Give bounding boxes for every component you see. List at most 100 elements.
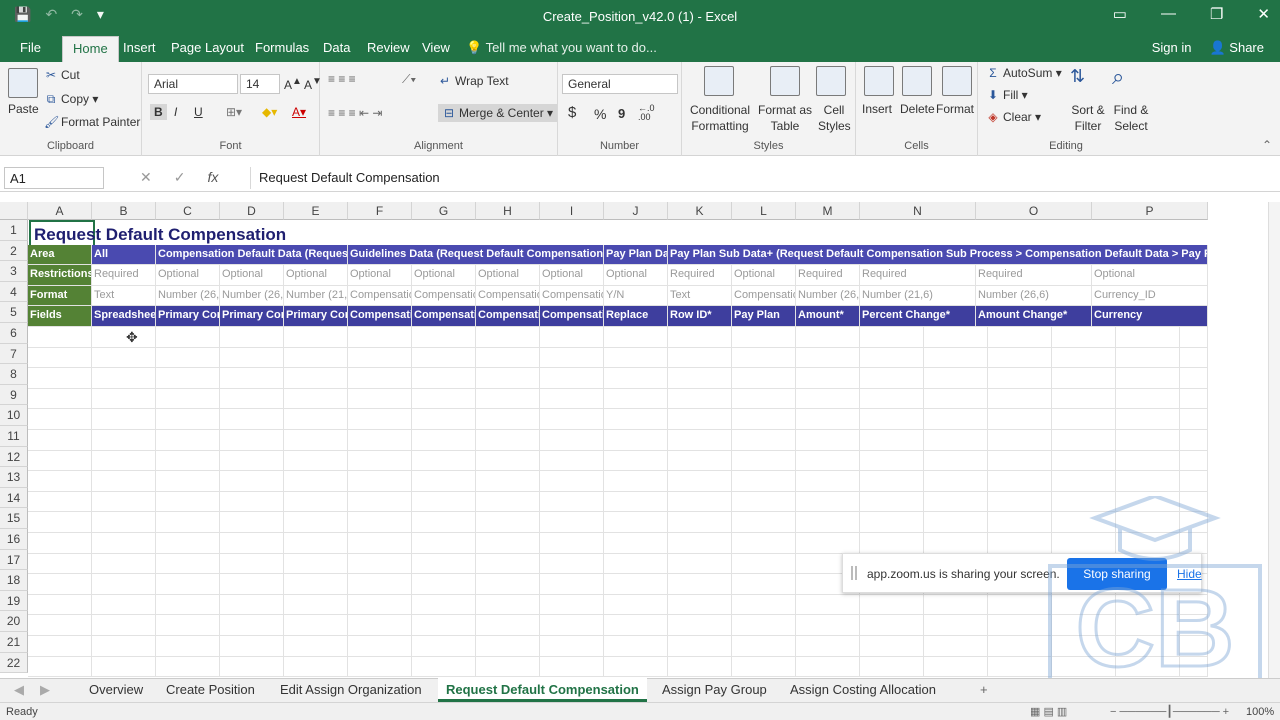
format-row-cell-e[interactable]: Number (21,6 <box>284 285 348 307</box>
column-header-d[interactable]: D <box>220 202 284 220</box>
area-row-cell-a[interactable]: Area <box>28 244 92 266</box>
row-header-13[interactable]: 13 <box>0 467 28 488</box>
empty-row[interactable] <box>28 656 1208 678</box>
autosum-button[interactable]: Σ AutoSum ▾ <box>986 66 1061 80</box>
add-sheet-icon[interactable]: + <box>980 682 988 697</box>
percent-button[interactable]: % <box>594 106 606 122</box>
restrictions-row-cell-j[interactable]: Optional <box>604 265 668 286</box>
tab-home[interactable]: Home <box>62 36 119 62</box>
restrictions-row-cell-i[interactable]: Optional <box>540 265 604 286</box>
cell-styles-button[interactable]: Cell Styles <box>818 102 851 134</box>
row-header-6[interactable]: 6 <box>0 323 28 344</box>
row-header-22[interactable]: 22 <box>0 652 28 674</box>
row-header-5[interactable]: 5 <box>0 302 28 323</box>
empty-row[interactable] <box>28 594 1208 616</box>
find-select-button[interactable]: Find & Select <box>1108 102 1154 134</box>
underline-button[interactable]: U <box>194 105 203 119</box>
column-header-l[interactable]: L <box>732 202 796 220</box>
row-header-19[interactable]: 19 <box>0 590 28 612</box>
minimize-icon[interactable]: — <box>1161 5 1176 23</box>
empty-row[interactable] <box>28 450 1208 472</box>
zoom-level[interactable]: 100% <box>1246 706 1274 718</box>
fields-row-cell-h[interactable]: Compensati <box>476 306 540 327</box>
empty-row[interactable] <box>28 512 1208 533</box>
restrictions-row-cell-f[interactable]: Optional <box>348 265 412 286</box>
column-header-h[interactable]: H <box>476 202 540 220</box>
restrictions-row-cell-b[interactable]: Required <box>92 265 156 286</box>
restrictions-row-cell-l[interactable]: Optional <box>732 265 796 286</box>
tab-review[interactable]: Review <box>367 40 410 55</box>
restrictions-row-cell-d[interactable]: Optional <box>220 265 284 286</box>
ribbon-display-icon[interactable]: ▭ <box>1113 5 1127 23</box>
sheet-tab-request-default-compensation[interactable]: Request Default Compensation <box>438 678 647 702</box>
fill-button[interactable]: ⬇ Fill ▾ <box>986 88 1028 102</box>
row-header-4[interactable]: 4 <box>0 281 28 303</box>
tab-file[interactable]: File <box>20 40 41 55</box>
fill-color-icon[interactable]: ◆▾ <box>262 105 277 119</box>
format-row-cell-n[interactable]: Number (21,6) <box>860 285 976 307</box>
sign-in-link[interactable]: Sign in <box>1152 40 1192 56</box>
select-all-corner[interactable] <box>0 202 28 220</box>
fields-row-cell-c[interactable]: Primary Con <box>156 306 220 327</box>
number-format-select[interactable]: General <box>562 74 678 94</box>
fields-row-cell-f[interactable]: Compensati <box>348 306 412 327</box>
empty-row[interactable] <box>28 533 1208 554</box>
format-row-cell-g[interactable]: Compensatio <box>412 285 476 307</box>
empty-row[interactable] <box>28 388 1208 410</box>
decimal-icon[interactable]: ←.0.00 <box>638 104 655 122</box>
empty-row[interactable] <box>28 615 1208 636</box>
column-header-m[interactable]: M <box>796 202 860 220</box>
tab-insert[interactable]: Insert <box>123 40 156 55</box>
fields-row-cell-i[interactable]: Compensati <box>540 306 604 327</box>
font-name-select[interactable]: Arial <box>148 74 238 94</box>
clear-button[interactable]: ◈ Clear ▾ <box>986 110 1041 124</box>
column-header-o[interactable]: O <box>976 202 1092 220</box>
restrictions-row-cell-o[interactable]: Required <box>976 265 1092 286</box>
restrictions-row-cell-e[interactable]: Optional <box>284 265 348 286</box>
area-row-cell-j[interactable]: Pay Plan Da <box>604 244 668 266</box>
empty-row[interactable] <box>28 409 1208 430</box>
sheet-tab-assign-pay-group[interactable]: Assign Pay Group <box>662 682 767 697</box>
row-header-3[interactable]: 3 <box>0 261 28 282</box>
restrictions-row-cell-g[interactable]: Optional <box>412 265 476 286</box>
format-row-cell-p[interactable]: Currency_ID <box>1092 285 1208 307</box>
empty-row[interactable] <box>28 430 1208 451</box>
grow-font-icon[interactable]: A▲ <box>284 76 302 92</box>
tab-view[interactable]: View <box>422 40 450 55</box>
fields-row-cell-g[interactable]: Compensati <box>412 306 476 327</box>
borders-icon[interactable]: ⊞▾ <box>226 105 242 119</box>
column-header-k[interactable]: K <box>668 202 732 220</box>
fields-row-cell-m[interactable]: Amount* <box>796 306 860 327</box>
column-header-f[interactable]: F <box>348 202 412 220</box>
format-button[interactable]: Format <box>936 102 974 116</box>
restrictions-row-cell-n[interactable]: Required <box>860 265 976 286</box>
format-row-cell-l[interactable]: Compensatio <box>732 285 796 307</box>
restrictions-row-cell-k[interactable]: Required <box>668 265 732 286</box>
insert-button[interactable]: Insert <box>862 102 892 116</box>
name-box[interactable]: A1 <box>4 167 104 189</box>
sheet-tab-overview[interactable]: Overview <box>89 682 143 697</box>
restrictions-row-cell-c[interactable]: Optional <box>156 265 220 286</box>
row-header-2[interactable]: 2 <box>0 240 28 262</box>
row-header-9[interactable]: 9 <box>0 384 28 406</box>
format-row-cell-h[interactable]: Compensatio <box>476 285 540 307</box>
column-header-g[interactable]: G <box>412 202 476 220</box>
format-row-cell-f[interactable]: Compensatio <box>348 285 412 307</box>
fields-row-cell-o[interactable]: Amount Change* <box>976 306 1092 327</box>
fields-row-cell-e[interactable]: Primary Con <box>284 306 348 327</box>
row-header-11[interactable]: 11 <box>0 426 28 447</box>
fields-row-cell-j[interactable]: Replace <box>604 306 668 327</box>
row-header-18[interactable]: 18 <box>0 570 28 591</box>
column-header-a[interactable]: A <box>28 202 92 220</box>
wrap-text-button[interactable]: ↵ Wrap Text <box>438 74 509 88</box>
row-header-12[interactable]: 12 <box>0 446 28 468</box>
font-color-icon[interactable]: A▾ <box>292 105 306 119</box>
restrictions-row-cell-p[interactable]: Optional <box>1092 265 1208 286</box>
format-as-table-button[interactable]: Format as Table <box>754 102 816 134</box>
merge-center-button[interactable]: ⊟ Merge & Center ▾ <box>438 104 558 122</box>
column-header-i[interactable]: I <box>540 202 604 220</box>
sheet-title-cell[interactable]: Request Default Compensation <box>29 220 286 247</box>
area-row-cell-b[interactable]: All <box>92 244 156 266</box>
tab-formulas[interactable]: Formulas <box>255 40 309 55</box>
fields-row-cell-a[interactable]: Fields <box>28 306 92 327</box>
